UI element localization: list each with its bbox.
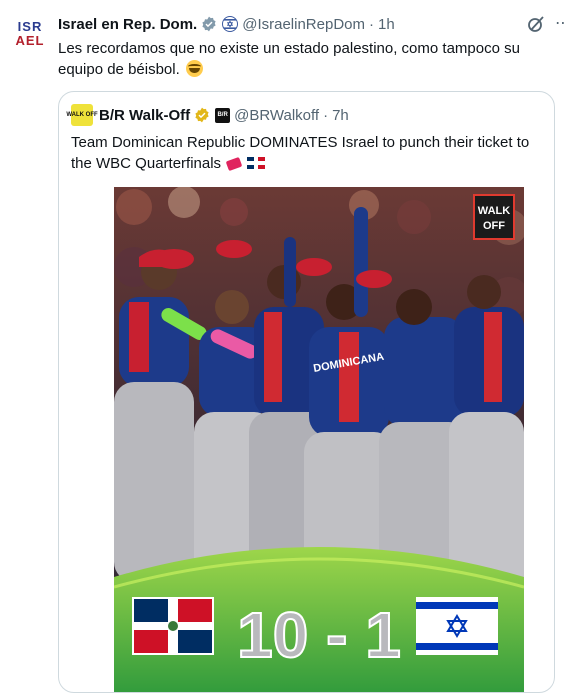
quoted-tweet[interactable]: WALK OFF B/R Walk-Off B/R @BRWalkoff · 7… — [58, 91, 555, 693]
flag-emoji-icon — [222, 16, 239, 32]
dominican-flag-emoji-icon — [247, 157, 266, 169]
tweet-header: Israel en Rep. Dom. @IsraelinRepDom · 1h — [58, 14, 555, 34]
affiliate-badge: B/R — [215, 107, 231, 123]
more-icon[interactable]: ⋯ — [555, 14, 567, 34]
quote-body: Team Dominican Republic DOMINATES Israel… — [71, 134, 530, 172]
logo-text-walk: WALK — [478, 205, 510, 217]
laughing-emoji-icon — [185, 60, 203, 77]
avatar-text-top: ISR — [17, 19, 43, 34]
quote-text: Team Dominican Republic DOMINATES Israel… — [71, 132, 541, 174]
quote-header: WALK OFF B/R Walk-Off B/R @BRWalkoff · 7… — [66, 104, 349, 126]
quote-author-name[interactable]: B/R Walk-Off — [99, 107, 190, 124]
avatar[interactable]: ISR AEL — [12, 16, 48, 52]
walk-off-logo: WALK OFF — [473, 194, 515, 240]
separator-dot: · — [369, 15, 374, 33]
tweet-body: Les recordamos que no existe un estado p… — [58, 40, 520, 78]
grok-icon[interactable] — [527, 15, 545, 33]
logo-text-off: OFF — [483, 220, 505, 232]
ticket-emoji-icon — [225, 156, 243, 172]
dominican-flag-icon — [132, 597, 214, 655]
quote-avatar[interactable]: WALK OFF — [66, 104, 98, 126]
quote-timestamp[interactable]: 7h — [332, 107, 349, 124]
avatar-text-bottom: AEL — [15, 33, 45, 48]
quote-author-handle[interactable]: @BRWalkoff — [234, 107, 319, 124]
verified-badge-icon — [201, 16, 217, 32]
tweet-text: Les recordamos que no existe un estado p… — [58, 38, 538, 80]
tweet: ISR AEL Israel en Rep. Dom. @IsraelinRep… — [0, 0, 567, 693]
score-text: 10 - 1 — [237, 599, 401, 671]
israel-flag-icon — [416, 597, 498, 655]
celebration-photo[interactable]: DOMINICANA WALK OFF 10 - 1 — [114, 187, 524, 692]
gold-verified-badge-icon — [194, 107, 210, 123]
author-name[interactable]: Israel en Rep. Dom. — [58, 16, 197, 33]
author-handle[interactable]: @IsraelinRepDom — [242, 16, 365, 33]
quote-separator-dot: · — [323, 106, 329, 124]
timestamp[interactable]: 1h — [378, 16, 395, 33]
